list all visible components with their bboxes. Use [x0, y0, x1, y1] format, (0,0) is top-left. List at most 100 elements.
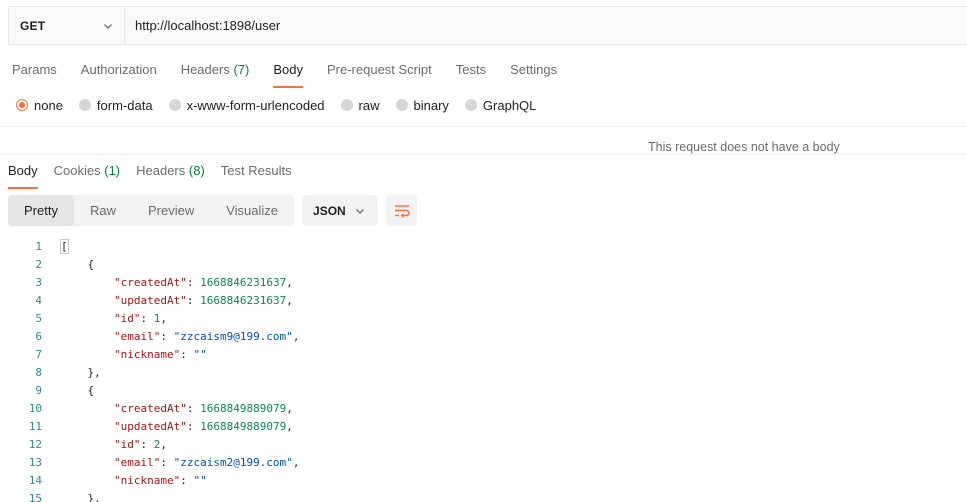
json-key: "updatedAt" [113, 294, 187, 307]
json-punctuation: : [186, 402, 201, 415]
code-line: 13 "email": "zzcaism2@199.com", [0, 454, 967, 472]
code-text: "id": 2, [42, 436, 167, 454]
radio-dot-icon [78, 99, 91, 111]
json-string: "" [193, 348, 207, 361]
body-type-radio-graphql[interactable]: GraphQL [464, 98, 536, 113]
body-type-radio-form-data[interactable]: form-data [78, 97, 153, 113]
wrap-lines-button[interactable] [386, 195, 418, 226]
body-type-radio-binary[interactable]: binary [395, 97, 449, 113]
method-label: GET [20, 18, 46, 33]
json-key: "createdAt" [113, 276, 187, 289]
code-text: "email": "zzcaism9@199.com", [42, 328, 299, 346]
line-number: 6 [35, 330, 42, 343]
code-line: 14 "nickname": "" [0, 472, 967, 490]
json-number: 1668849889079 [200, 402, 287, 415]
json-punctuation: , [286, 402, 293, 415]
code-text: }, [42, 364, 101, 382]
chevron-down-icon [356, 208, 364, 214]
code-line: 1[ [0, 238, 967, 256]
radio-dot-icon [168, 99, 181, 111]
code-text: { [42, 256, 95, 274]
tab-label: Body [8, 163, 38, 178]
code-line: 5 "id": 1, [0, 310, 967, 328]
json-number: 1668846231637 [200, 276, 287, 289]
tab-label: Cookies [53, 163, 101, 178]
view-mode-preview[interactable]: Preview [132, 195, 210, 226]
line-number: 3 [35, 276, 42, 289]
request-tab-tests[interactable]: Tests [456, 62, 486, 86]
method-select[interactable]: GET [9, 7, 125, 44]
wrap-lines-icon [394, 204, 410, 218]
view-mode-pretty[interactable]: Pretty [8, 195, 74, 226]
json-number: 1668849889079 [200, 420, 287, 433]
response-tabs: Body Cookies (1) Headers (8) Test Results [8, 163, 308, 189]
json-key: "nickname" [113, 474, 181, 487]
request-tab-body[interactable]: Body [273, 62, 303, 88]
radio-dot-icon [16, 99, 28, 111]
code-text: "updatedAt": 1668846231637, [42, 292, 293, 310]
line-number: 12 [28, 438, 42, 451]
radio-label: form-data [96, 97, 153, 113]
line-number: 11 [28, 420, 42, 433]
tab-count-badge: (7) [233, 62, 250, 77]
response-tab-cookies[interactable]: Cookies (1) [54, 163, 120, 187]
code-line: 4 "updatedAt": 1668846231637, [0, 292, 967, 310]
line-number: 5 [35, 312, 42, 325]
code-text: "nickname": "" [42, 472, 207, 490]
code-text: "updatedAt": 1668849889079, [42, 418, 293, 436]
radio-label: binary [413, 97, 449, 113]
code-line: 6 "email": "zzcaism9@199.com", [0, 328, 967, 346]
tab-label: Pre-request Script [326, 62, 432, 77]
line-number: 2 [35, 258, 42, 271]
json-punctuation: : [180, 474, 194, 487]
response-tab-headers[interactable]: Headers (8) [136, 163, 205, 187]
body-type-radio-raw[interactable]: raw [340, 97, 380, 113]
code-text: "createdAt": 1668849889079, [42, 400, 293, 418]
json-punctuation: : [140, 438, 154, 451]
line-number: 10 [28, 402, 42, 415]
radio-label: raw [358, 97, 380, 113]
json-punctuation: , [286, 294, 293, 307]
view-mode-raw[interactable]: Raw [74, 195, 132, 226]
request-tab-params[interactable]: Params [12, 62, 57, 86]
response-body-code[interactable]: 1[2 {3 "createdAt": 1668846231637, 4 "upd… [0, 238, 967, 502]
line-number: 8 [35, 366, 42, 379]
json-punctuation: : [186, 276, 201, 289]
request-tab-authorization[interactable]: Authorization [81, 62, 157, 86]
url-input[interactable] [125, 7, 967, 44]
tab-label: Settings [510, 62, 558, 77]
code-text: "id": 1, [42, 310, 167, 328]
radio-dot-icon [340, 99, 353, 111]
response-tab-test-results[interactable]: Test Results [221, 163, 292, 187]
response-tab-body[interactable]: Body [8, 163, 38, 189]
code-text: "createdAt": 1668846231637, [42, 274, 293, 292]
no-body-message: This request does not have a body [648, 140, 840, 154]
json-punctuation: { [87, 384, 95, 397]
json-punctuation: }, [87, 366, 101, 379]
chevron-down-icon [104, 23, 112, 29]
response-toolbar: Pretty Raw Preview Visualize JSON [8, 195, 418, 226]
tab-label: Authorization [80, 62, 157, 77]
body-type-radio-none[interactable]: none [16, 98, 63, 113]
code-line: 3 "createdAt": 1668846231637, [0, 274, 967, 292]
request-tab-settings[interactable]: Settings [510, 62, 557, 86]
json-punctuation: { [87, 258, 95, 271]
line-number: 4 [35, 294, 42, 307]
format-select[interactable]: JSON [302, 195, 379, 226]
body-type-radio-x-www-form-urlencoded[interactable]: x-www-form-urlencoded [168, 98, 325, 113]
view-mode-visualize[interactable]: Visualize [210, 195, 294, 226]
line-number: 7 [35, 348, 42, 361]
request-tab-pre-request-script[interactable]: Pre-request Script [327, 62, 432, 86]
json-punctuation: : [160, 456, 174, 469]
request-tab-headers[interactable]: Headers (7) [181, 62, 250, 86]
